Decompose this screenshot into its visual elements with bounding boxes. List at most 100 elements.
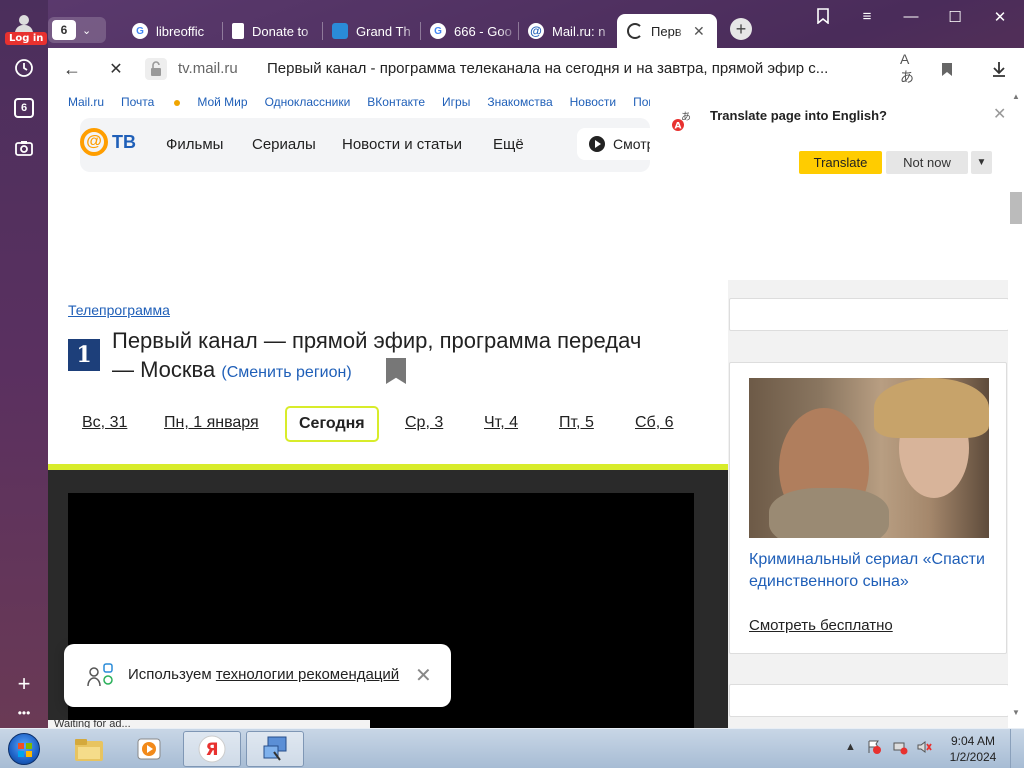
start-button[interactable] <box>4 731 44 767</box>
tab-666-google[interactable]: G 666 - Goo <box>420 14 518 48</box>
tab-mailru[interactable]: @ Mail.ru: n <box>518 14 616 48</box>
not-now-button[interactable]: Not now <box>886 151 968 174</box>
mailru-icon: @ <box>528 23 544 39</box>
promo-title[interactable]: Криминальный сериал «Спасти единственног… <box>749 549 989 593</box>
download-icon[interactable] <box>988 58 1010 80</box>
nav-vkontakte[interactable]: ВКонтакте <box>367 95 425 109</box>
url-domain[interactable]: tv.mail.ru <box>178 60 238 77</box>
volume-muted-icon[interactable] <box>916 739 932 758</box>
network-app-taskbar-icon[interactable] <box>246 731 304 767</box>
close-translate-icon[interactable]: ✕ <box>993 104 1006 124</box>
scroll-thumb[interactable] <box>1010 192 1022 224</box>
menu-news-articles[interactable]: Новости и статьи <box>342 136 462 153</box>
menu-films[interactable]: Фильмы <box>166 136 223 153</box>
google-icon: G <box>430 23 446 39</box>
tab-title: Mail.ru: n <box>552 23 606 39</box>
title-line-1: Первый канал — прямой эфир, программа пе… <box>112 328 642 353</box>
day-fri-5[interactable]: Пт, 5 <box>559 414 594 432</box>
clock-time: 9:04 AM <box>950 734 996 748</box>
day-mon-1[interactable]: Пн, 1 января <box>164 414 259 432</box>
notice-label: Используем <box>128 666 216 683</box>
more-icon[interactable]: ••• <box>12 706 36 720</box>
login-badge[interactable]: Log in <box>5 32 48 45</box>
day-thu-4[interactable]: Чт, 4 <box>484 414 518 432</box>
mailru-at-icon: @ <box>80 128 108 156</box>
menu-icon[interactable]: ≡ <box>852 8 882 25</box>
tab-title: 666 - Goo <box>454 23 512 39</box>
address-bar: ← ✕ tv.mail.ru Первый канал - программа … <box>48 48 1024 90</box>
recommendation-tech-link[interactable]: технологии рекомендаций <box>216 666 399 683</box>
bookmarks-panel-icon[interactable] <box>808 8 838 28</box>
page-title-in-address[interactable]: Первый канал - программа телеканала на с… <box>267 60 867 77</box>
nav-odnoklassniki[interactable]: Одноклассники <box>265 95 351 109</box>
maximize-icon[interactable]: ☐ <box>940 8 970 26</box>
show-hidden-icons-icon[interactable]: ▲ <box>845 741 856 753</box>
nav-igry[interactable]: Игры <box>442 95 470 109</box>
action-center-icon[interactable] <box>866 739 882 758</box>
page-scrollbar[interactable]: ▲ ▼ <box>1008 90 1024 728</box>
explorer-taskbar-icon[interactable] <box>60 731 118 767</box>
translate-icon[interactable]: Aあ <box>900 51 922 85</box>
svg-text:A: A <box>675 122 682 132</box>
translate-badge-icon: Aあ <box>671 110 693 132</box>
back-icon[interactable]: ← <box>60 58 84 80</box>
menu-serials[interactable]: Сериалы <box>252 136 316 153</box>
minimize-icon[interactable]: — <box>896 8 926 25</box>
new-tab-button[interactable]: + <box>730 18 752 40</box>
day-sat-6[interactable]: Сб, 6 <box>635 414 674 432</box>
tv-logo-text: ТВ <box>112 131 136 152</box>
scroll-up-icon[interactable]: ▲ <box>1012 92 1020 101</box>
nav-moy-mir[interactable]: Мой Мир <box>197 95 247 109</box>
tab-donate[interactable]: Donate to <box>222 14 322 48</box>
close-tab-icon[interactable]: ✕ <box>693 23 705 40</box>
breadcrumb[interactable]: Телепрограмма <box>68 302 170 318</box>
tv-logo[interactable]: @ ТВ <box>80 128 136 156</box>
nav-pochta[interactable]: Почта <box>121 95 181 109</box>
scroll-down-icon[interactable]: ▼ <box>1012 708 1020 717</box>
sidebar-ad-slot <box>729 298 1009 331</box>
status-text: Waiting for ad... <box>48 720 370 728</box>
translate-button[interactable]: Translate <box>799 151 882 174</box>
watch-label: Смотр <box>613 136 655 152</box>
clock-date: 1/2/2024 <box>949 750 997 764</box>
add-panel-icon[interactable]: + <box>12 671 36 696</box>
app-icon <box>332 23 348 39</box>
day-sun-31[interactable]: Вс, 31 <box>82 414 127 432</box>
promo-image[interactable] <box>749 378 989 538</box>
close-window-icon[interactable]: ✕ <box>985 8 1015 26</box>
promo-watch-free-link[interactable]: Смотреть бесплатно <box>749 617 893 634</box>
browser-sidebar: Log in 6 + ••• <box>0 0 48 728</box>
tab-grand-theft[interactable]: Grand Th <box>322 14 420 48</box>
close-notice-icon[interactable]: ✕ <box>415 663 432 688</box>
watch-button[interactable]: Смотр <box>577 128 657 160</box>
media-player-taskbar-icon[interactable] <box>120 731 178 767</box>
svg-text:Я: Я <box>205 740 218 760</box>
screenshot-icon[interactable] <box>12 136 36 160</box>
day-wed-3[interactable]: Ср, 3 <box>405 414 443 432</box>
recommendations-icon <box>86 662 116 690</box>
promo-card[interactable]: Криминальный сериал «Спасти единственног… <box>729 362 1007 654</box>
loading-icon <box>627 23 643 39</box>
nav-znakomstva[interactable]: Знакомства <box>487 95 552 109</box>
network-icon[interactable] <box>892 739 908 758</box>
unread-dot-icon <box>174 99 181 106</box>
translate-options-chevron-icon[interactable]: ▼ <box>971 151 992 174</box>
system-clock[interactable]: 9:04 AM 1/2/2024 <box>942 733 1004 765</box>
yandex-browser-taskbar-icon[interactable]: Я <box>183 731 241 767</box>
change-region-link[interactable]: (Сменить регион) <box>221 364 351 381</box>
nav-mailru[interactable]: Mail.ru <box>68 95 104 109</box>
history-icon[interactable] <box>12 56 36 80</box>
stop-loading-icon[interactable]: ✕ <box>104 58 128 80</box>
tab-libreoffice[interactable]: G libreoffic <box>122 14 222 48</box>
show-desktop-button[interactable] <box>1010 729 1024 768</box>
lock-icon[interactable] <box>145 58 167 80</box>
tab-title: Donate to <box>252 23 309 39</box>
tab-manager-button[interactable]: 6 ⌄ <box>48 17 106 43</box>
day-today[interactable]: Сегодня <box>285 406 379 442</box>
nav-novosti[interactable]: Новости <box>570 95 616 109</box>
menu-more[interactable]: Ещё <box>493 136 524 153</box>
tab-active-first-channel[interactable]: Перв ✕ <box>617 14 717 48</box>
bookmark-icon[interactable] <box>936 58 958 80</box>
first-channel-logo: 1 <box>68 339 100 371</box>
tabs-count-icon[interactable]: 6 <box>14 98 34 118</box>
